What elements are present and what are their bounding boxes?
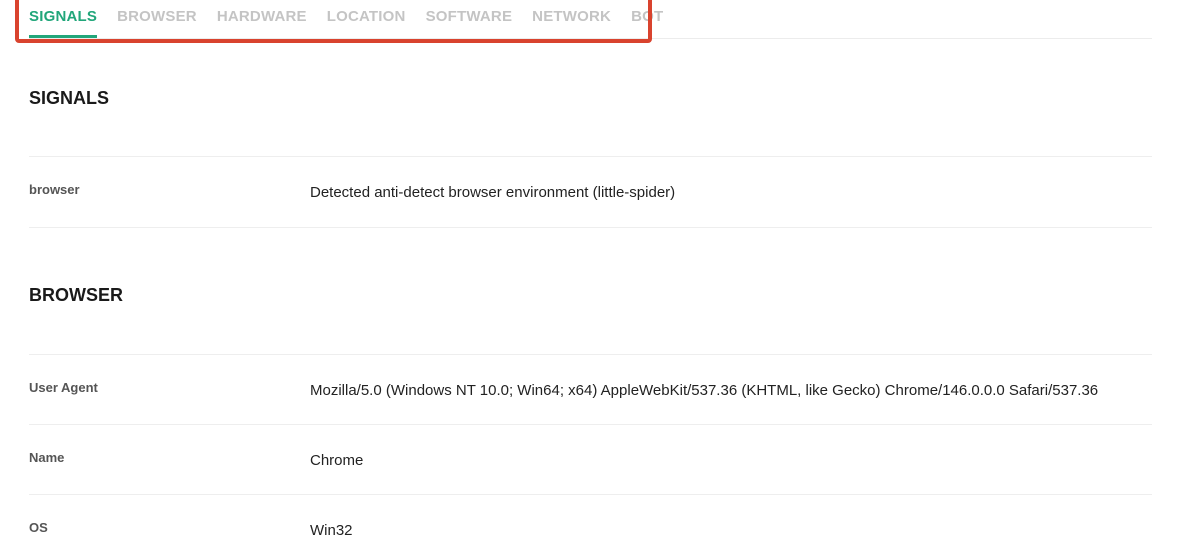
row-label: browser	[29, 182, 80, 197]
row-value: Win32	[310, 522, 353, 539]
browser-row-user-agent: User Agent Mozilla/5.0 (Windows NT 10.0;…	[29, 354, 1152, 424]
row-label: User Agent	[29, 380, 98, 395]
browser-row-os: OS Win32	[29, 494, 1152, 556]
browser-section-title: BROWSER	[29, 285, 123, 305]
tab-location[interactable]: LOCATION	[327, 0, 406, 30]
row-value: Mozilla/5.0 (Windows NT 10.0; Win64; x64…	[310, 382, 1099, 399]
row-value: Chrome	[310, 452, 364, 469]
signals-section-title: SIGNALS	[29, 88, 110, 108]
tab-bar: SIGNALS BROWSER HARDWARE LOCATION SOFTWA…	[29, 0, 1152, 39]
tab-network[interactable]: NETWORK	[532, 0, 611, 30]
tab-browser[interactable]: BROWSER	[117, 0, 197, 30]
tab-hardware[interactable]: HARDWARE	[217, 0, 307, 30]
tab-bot[interactable]: BOT	[631, 0, 663, 30]
tab-signals[interactable]: SIGNALS	[29, 0, 98, 38]
row-label: OS	[29, 520, 48, 535]
signals-row-browser: browser Detected anti-detect browser env…	[29, 156, 1152, 228]
row-value: Detected anti-detect browser environment…	[310, 184, 676, 201]
page: SIGNALS BROWSER HARDWARE LOCATION SOFTWA…	[0, 0, 1200, 556]
browser-row-name: Name Chrome	[29, 424, 1152, 494]
row-label: Name	[29, 450, 65, 465]
tab-software[interactable]: SOFTWARE	[426, 0, 513, 30]
